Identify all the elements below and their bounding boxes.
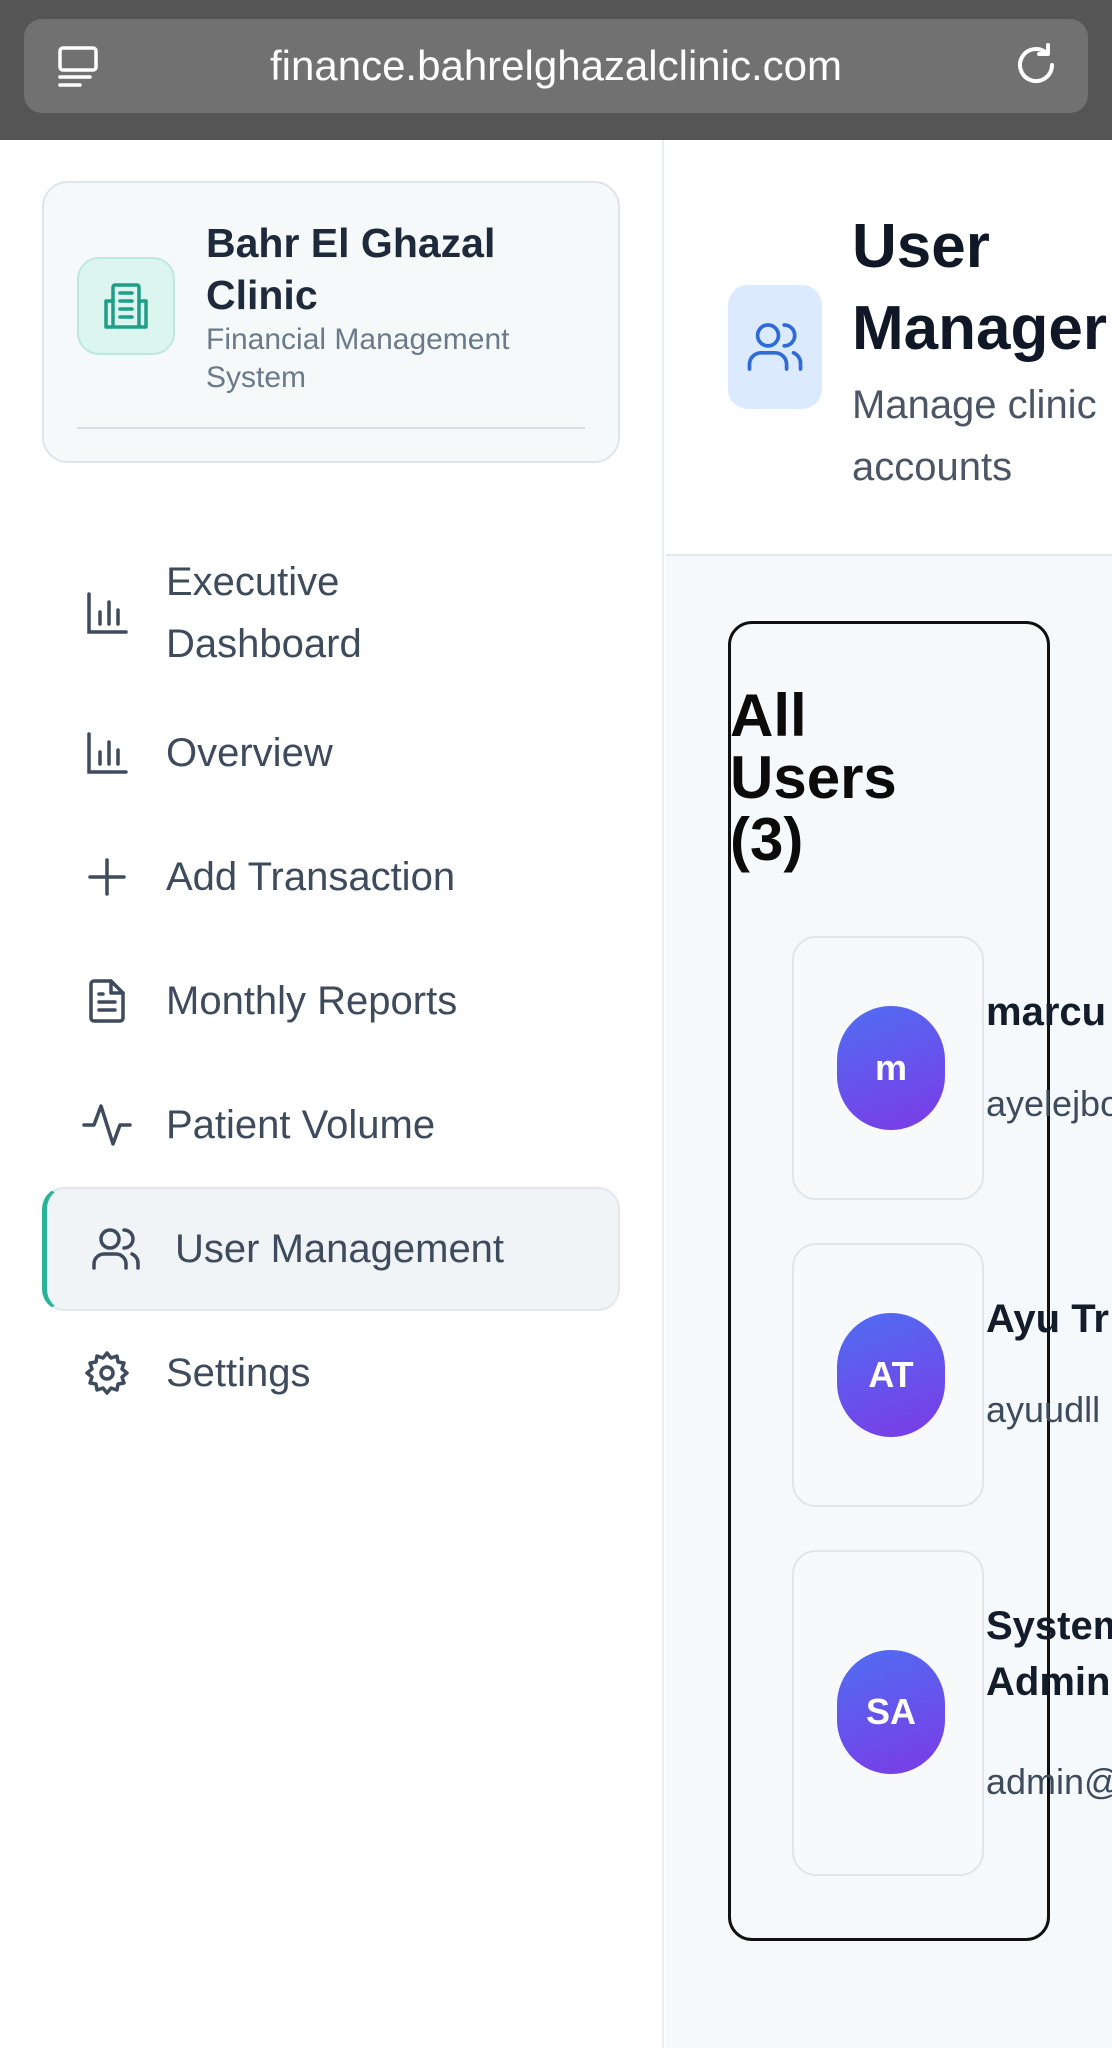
user-avatar-cell: AT [792,1243,984,1507]
user-name: marcu [986,990,1107,1034]
url-text[interactable]: finance.bahrelghazalclinic.com [24,19,1088,113]
sidebar-item-label: Monthly Reports [166,979,458,1023]
activity-icon [82,1100,132,1150]
users-icon [91,1224,141,1274]
brand-card: Bahr El Ghazal Clinic Financial Manageme… [42,181,620,463]
brand-divider [77,427,585,429]
sidebar-item-label: User Management [175,1227,505,1271]
users-icon [728,285,822,409]
sidebar-item-label: Executive Dashboard [166,560,362,666]
brand-subtitle: Financial Management System [206,323,510,394]
plus-icon [82,852,132,902]
user-email: ayuudll [986,1389,1101,1430]
bar-chart-icon [82,728,132,778]
page-subtitle: Manage clinic accounts [852,383,1097,489]
sidebar-item-label: Settings [166,1351,311,1395]
user-avatar-cell: m [792,936,984,1200]
sidebar: Bahr El Ghazal Clinic Financial Manageme… [0,140,664,2048]
document-icon [82,976,132,1026]
avatar[interactable]: SA [837,1650,945,1774]
bar-chart-icon [82,588,132,638]
address-bar[interactable]: finance.bahrelghazalclinic.com [24,19,1088,113]
user-name: System Admin [986,1604,1112,1704]
sidebar-item-label: Patient Volume [166,1103,436,1147]
user-email: ayelejbo [986,1083,1112,1124]
page-header: User Manager Manage clinic accounts [666,140,1112,556]
sidebar-item-executive-dashboard[interactable]: Executive Dashboard [42,535,620,691]
brand-name: Bahr El Ghazal Clinic [206,220,496,318]
sidebar-nav: Executive Dashboard Overview Add Transac… [42,535,620,1435]
sidebar-item-patient-volume[interactable]: Patient Volume [42,1063,620,1187]
sidebar-item-label: Overview [166,731,333,775]
sidebar-item-add-transaction[interactable]: Add Transaction [42,815,620,939]
sidebar-item-overview[interactable]: Overview [42,691,620,815]
building-icon [77,257,175,355]
page-title: User Manager [852,212,1107,363]
sidebar-item-settings[interactable]: Settings [42,1311,620,1435]
user-email: admin@ [986,1761,1112,1802]
avatar[interactable]: AT [837,1313,945,1437]
browser-toolbar: finance.bahrelghazalclinic.com [0,0,1112,140]
sidebar-item-monthly-reports[interactable]: Monthly Reports [42,939,620,1063]
avatar[interactable]: m [837,1006,945,1130]
users-heading: All Users (3) [730,682,897,873]
sidebar-item-user-management[interactable]: User Management [42,1187,620,1311]
user-avatar-cell: SA [792,1550,984,1876]
gear-icon [82,1348,132,1398]
sidebar-item-label: Add Transaction [166,855,456,899]
user-name: Ayu Tr [986,1297,1109,1341]
reload-icon[interactable] [1010,39,1062,91]
main-content: User Manager Manage clinic accounts All … [666,140,1112,2048]
